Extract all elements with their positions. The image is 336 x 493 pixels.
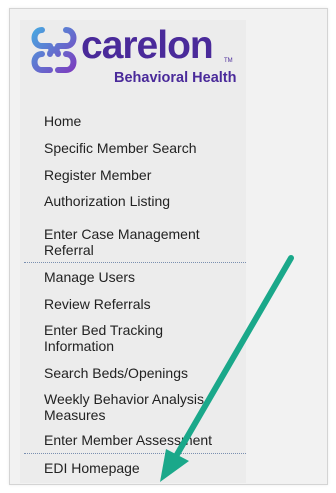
arrow-pointer-icon [160, 255, 294, 482]
